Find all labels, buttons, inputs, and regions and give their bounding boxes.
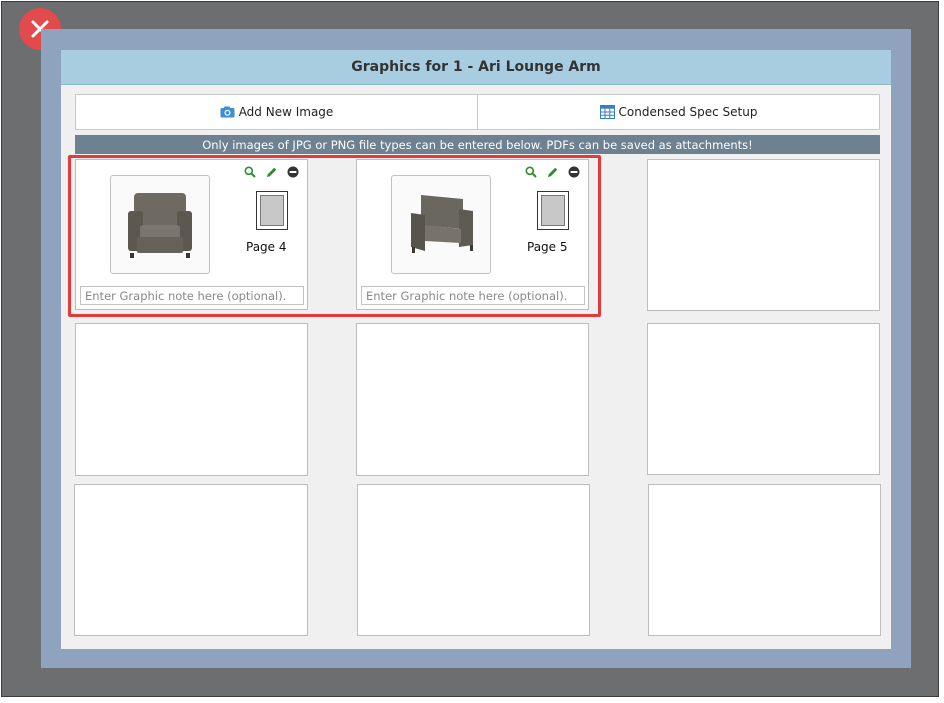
zoom-icon[interactable] <box>244 166 256 179</box>
toolbar: Add New Image Condensed Spec Setup <box>75 94 880 130</box>
graphic-actions-1 <box>244 166 299 179</box>
graphic-note-input-1[interactable] <box>80 286 304 305</box>
zoom-icon[interactable] <box>525 166 537 179</box>
page-label-2: Page 5 <box>527 240 568 254</box>
remove-icon[interactable] <box>568 166 580 179</box>
graphic-card-2: Page 5 <box>356 159 589 310</box>
empty-graphic-slot[interactable] <box>74 484 308 636</box>
file-type-notice: Only images of JPG or PNG file types can… <box>75 135 880 154</box>
empty-graphic-slot[interactable] <box>357 484 590 636</box>
add-new-image-label: Add New Image <box>238 105 334 119</box>
armchair-image <box>411 194 473 253</box>
graphic-card-1: Page 4 <box>75 159 308 310</box>
graphic-actions-2 <box>525 166 580 179</box>
page-label-1: Page 4 <box>246 240 287 254</box>
dialog-title: Graphics for 1 - Ari Lounge Arm <box>61 50 891 85</box>
empty-graphic-slot[interactable] <box>647 159 880 311</box>
condensed-spec-setup-label: Condensed Spec Setup <box>618 105 758 119</box>
graphic-thumbnail-1[interactable] <box>110 175 210 274</box>
table-grid-icon <box>599 105 615 119</box>
remove-icon[interactable] <box>287 166 299 179</box>
empty-graphic-slot[interactable] <box>648 484 881 636</box>
add-new-image-button[interactable]: Add New Image <box>76 95 477 129</box>
graphic-note-input-2[interactable] <box>361 286 585 305</box>
graphic-thumbnail-2[interactable] <box>391 175 491 274</box>
edit-pencil-icon[interactable] <box>265 166 278 179</box>
empty-graphic-slot[interactable] <box>356 323 589 476</box>
camera-icon <box>220 106 235 118</box>
armchair-image <box>128 192 192 258</box>
empty-graphic-slot[interactable] <box>647 323 880 475</box>
edit-pencil-icon[interactable] <box>546 166 559 179</box>
condensed-spec-setup-button[interactable]: Condensed Spec Setup <box>477 95 879 129</box>
page-preview-icon[interactable] <box>256 191 288 230</box>
empty-graphic-slot[interactable] <box>75 323 308 476</box>
page-preview-icon[interactable] <box>537 191 569 230</box>
